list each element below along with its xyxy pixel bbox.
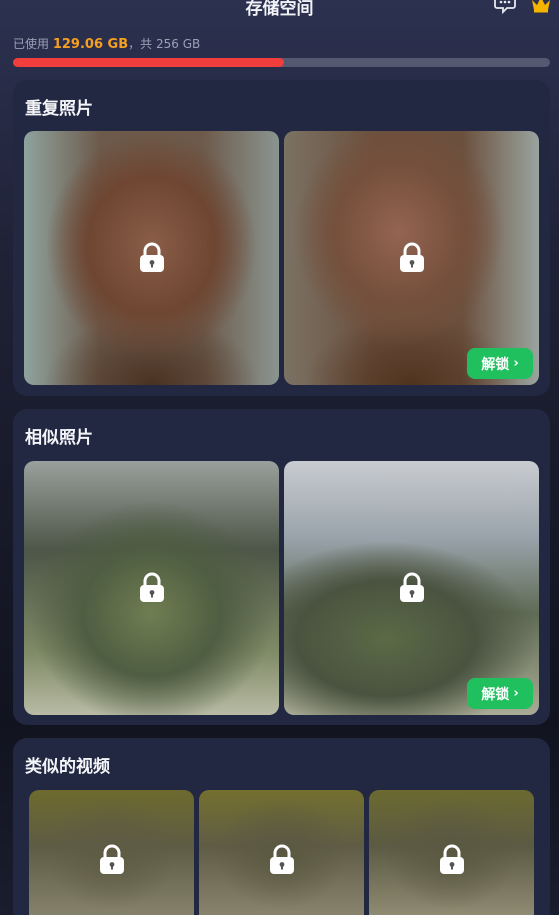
top-bar: 存储空间 <box>0 0 559 20</box>
used-value: 129.06 GB <box>52 37 129 52</box>
used-prefix: 已使用 <box>13 37 50 51</box>
chat-bubble-icon[interactable] <box>494 0 516 14</box>
lock-icon <box>269 844 294 874</box>
photo-thumbnail[interactable]: 解锁 › <box>284 461 539 715</box>
video-thumbnail[interactable] <box>29 790 194 915</box>
lock-icon <box>139 242 164 272</box>
lock-icon <box>399 242 424 272</box>
storage-progress-fill <box>13 58 284 67</box>
photo-thumbnail[interactable] <box>24 461 279 715</box>
similar-videos-card[interactable]: 类似的视频 <box>13 738 550 915</box>
duplicate-photos-card[interactable]: 重复照片 解锁 › <box>13 80 550 396</box>
crown-icon[interactable] <box>530 0 552 14</box>
unlock-label: 解锁 <box>481 356 510 373</box>
chevron-right-icon: › <box>513 686 519 701</box>
photo-thumbnail[interactable]: 解锁 › <box>284 131 539 385</box>
section-title: 重复照片 <box>25 99 93 119</box>
unlock-button[interactable]: 解锁 › <box>467 348 533 379</box>
video-thumbnail[interactable] <box>199 790 364 915</box>
page-title: 存储空间 <box>245 0 314 19</box>
total-separator: ，共 <box>128 37 153 51</box>
storage-usage-text: 已使用 129.06 GB，共 256 GB <box>13 35 200 52</box>
unlock-button[interactable]: 解锁 › <box>467 678 533 709</box>
section-title: 类似的视频 <box>25 757 110 777</box>
total-value: 256 GB <box>155 37 201 51</box>
lock-icon <box>99 844 124 874</box>
section-title: 相似照片 <box>25 428 93 448</box>
similar-photos-card[interactable]: 相似照片 解锁 › <box>13 409 550 725</box>
lock-icon <box>139 572 164 602</box>
lock-icon <box>439 844 464 874</box>
video-thumbnail[interactable] <box>369 790 534 915</box>
chevron-right-icon: › <box>513 356 519 371</box>
photo-thumbnail[interactable] <box>24 131 279 385</box>
unlock-label: 解锁 <box>481 686 510 703</box>
lock-icon <box>399 572 424 602</box>
storage-progress-bar <box>13 58 550 67</box>
